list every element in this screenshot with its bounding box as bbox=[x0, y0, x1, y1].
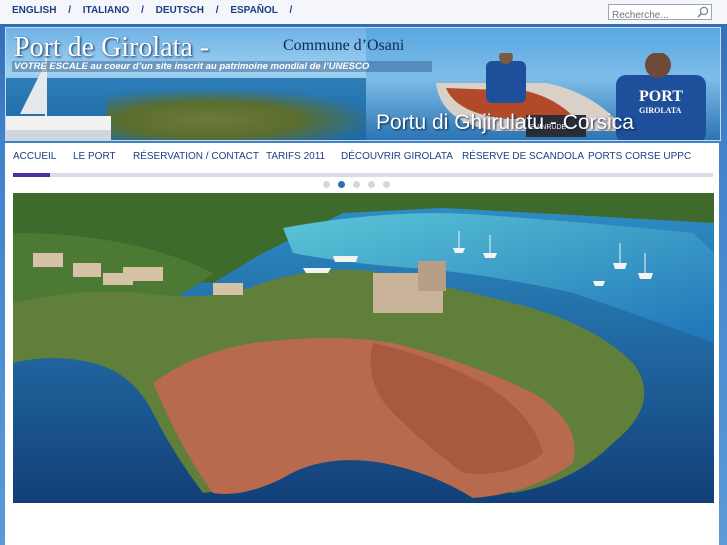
nav-underline bbox=[13, 173, 713, 177]
search-input[interactable] bbox=[609, 8, 696, 23]
lang-separator: / bbox=[68, 5, 72, 16]
nav-active-indicator bbox=[13, 173, 50, 177]
slider-dot[interactable] bbox=[383, 181, 390, 188]
nav-item-le-port[interactable]: LE PORT bbox=[73, 151, 116, 162]
banner-title: Port de Girolata - bbox=[14, 32, 210, 63]
banner-commune: Commune d’Osani bbox=[283, 37, 405, 54]
lang-separator: / bbox=[141, 5, 144, 16]
search-icon[interactable] bbox=[697, 6, 709, 18]
nav-item-scandola[interactable]: RÉSERVE DE SCANDOLA bbox=[462, 151, 584, 162]
banner-coast-photo bbox=[106, 90, 366, 140]
nav-item-tarifs[interactable]: TARIFS 2011 bbox=[266, 151, 325, 162]
slider-dot[interactable] bbox=[368, 181, 375, 188]
slider-dot-active[interactable] bbox=[338, 181, 345, 188]
lang-english[interactable]: ENGLISH bbox=[12, 5, 56, 16]
lang-italiano[interactable]: ITALIANO bbox=[83, 5, 129, 16]
shirt-text-girolata: GIROLATA bbox=[639, 106, 682, 115]
lang-separator: / bbox=[289, 5, 293, 16]
nav-item-accueil[interactable]: ACCUEIL bbox=[13, 151, 56, 162]
search-box bbox=[608, 4, 712, 23]
shirt-text-port: PORT bbox=[639, 88, 683, 105]
language-links: ENGLISH / ITALIANO / DEUTSCH / ESPAÑOL / bbox=[12, 5, 301, 16]
main-nav: ACCUEIL LE PORT RÉSERVATION / CONTACT TA… bbox=[13, 151, 713, 173]
slider-dot[interactable] bbox=[323, 181, 330, 188]
banner-tagline: VOTRE ESCALE au coeur d’un site inscrit … bbox=[12, 61, 432, 72]
language-bar: ENGLISH / ITALIANO / DEUTSCH / ESPAÑOL / bbox=[0, 0, 727, 24]
banner-portu-title: Portu di Ghjirulatu - Corsica bbox=[376, 111, 634, 134]
main-content: ACCUEIL LE PORT RÉSERVATION / CONTACT TA… bbox=[5, 143, 719, 545]
lang-deutsch[interactable]: DEUTSCH bbox=[156, 5, 204, 16]
nav-item-reservation[interactable]: RÉSERVATION / CONTACT bbox=[133, 151, 259, 162]
nav-item-ports-corse[interactable]: PORTS CORSE UPPC bbox=[588, 151, 691, 162]
lang-espanol[interactable]: ESPAÑOL bbox=[230, 5, 277, 16]
lang-separator: / bbox=[215, 5, 219, 16]
slider-dot[interactable] bbox=[353, 181, 360, 188]
slideshow-image bbox=[13, 193, 714, 503]
nav-item-decouvrir[interactable]: DÉCOUVRIR GIROLATA bbox=[341, 151, 453, 162]
header-banner: EVINRUDE PORT GIROLATA Port de Girolata … bbox=[5, 27, 721, 141]
